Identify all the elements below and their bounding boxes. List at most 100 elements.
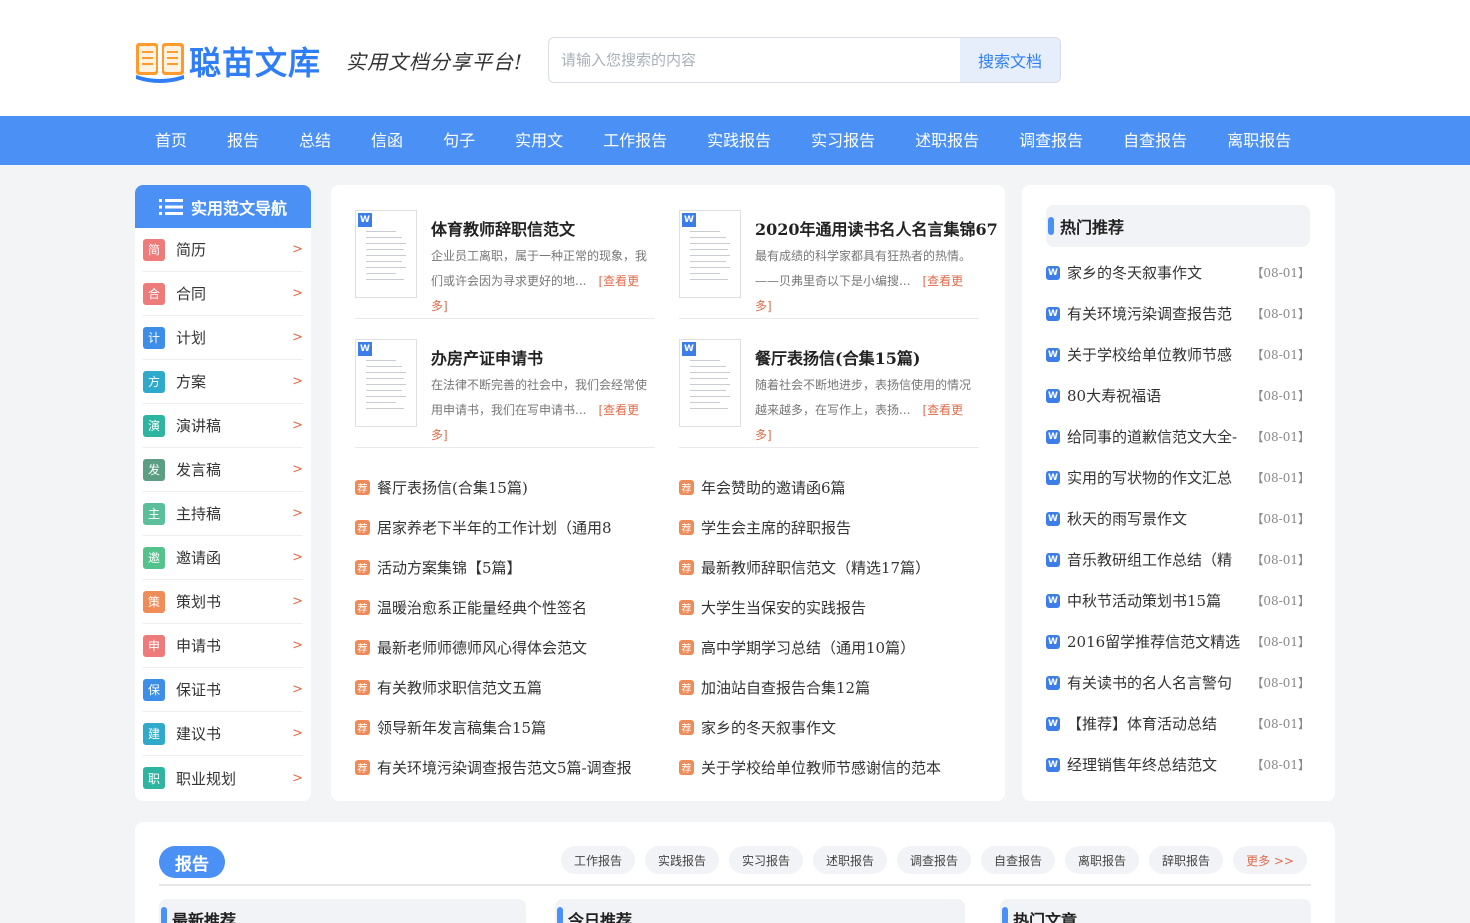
word-doc-icon: W	[1046, 429, 1060, 444]
document-thumbnail[interactable]: W	[355, 210, 417, 298]
featured-desc: 在法律不断完善的社会中，我们会经常使用申请书，我们在写申请书... [查看更多]	[431, 373, 655, 448]
sub-today: 今日推荐	[555, 899, 965, 923]
recommend-item[interactable]: 荐家乡的冬天叙事作文	[679, 707, 979, 747]
sidebar-item[interactable]: 邀邀请函 >	[143, 536, 303, 580]
recommend-item[interactable]: 荐高中学期学习总结（通用10篇）	[679, 627, 979, 667]
sidebar-item[interactable]: 演演讲稿 >	[143, 404, 303, 448]
featured-card[interactable]: W 2020年通用读书名人名言集锦67 最有成绩的科学家都具有狂热者的热情。——贝弗…	[679, 209, 998, 319]
recommend-item[interactable]: 荐最新教师辞职信范文（精选17篇）	[679, 547, 979, 587]
search-button[interactable]: 搜索文档	[960, 38, 1060, 82]
hot-item-title: 关于学校给单位教师节感	[1067, 346, 1233, 364]
recommend-item[interactable]: 荐关于学校给单位教师节感谢信的范本	[679, 747, 979, 787]
sidebar-item[interactable]: 建建议书 >	[143, 712, 303, 756]
featured-title[interactable]: 体育教师辞职信范文	[431, 216, 575, 240]
text-line	[366, 267, 406, 268]
report-tag[interactable]: 调查报告	[897, 846, 972, 874]
hot-item[interactable]: W 音乐教研组工作总结（精 【08-01】	[1046, 539, 1310, 580]
featured-title[interactable]: 办房产证申请书	[431, 345, 543, 369]
sidebar-item[interactable]: 计计划 >	[143, 316, 303, 360]
report-tag[interactable]: 实习报告	[728, 846, 803, 874]
hot-item-title: 音乐教研组工作总结（精	[1067, 551, 1233, 569]
search-input[interactable]	[549, 38, 961, 82]
sidebar-item[interactable]: 发发言稿 >	[143, 448, 303, 492]
more-link[interactable]: 更多 >>	[1233, 846, 1307, 874]
hot-item[interactable]: W 中秋节活动策划书15篇 【08-01】	[1046, 580, 1310, 621]
report-tag[interactable]: 辞职报告	[1149, 846, 1224, 874]
site-logo[interactable]: 聪苗文库	[135, 38, 321, 84]
sidebar-item[interactable]: 申申请书 >	[143, 624, 303, 668]
report-tag[interactable]: 述职报告	[812, 846, 887, 874]
document-thumbnail[interactable]: W	[355, 339, 417, 427]
hot-item-date: 【08-01】	[1251, 307, 1310, 321]
hot-item[interactable]: W 有关读书的名人名言警句 【08-01】	[1046, 662, 1310, 703]
recommend-badge-icon: 荐	[355, 719, 370, 735]
nav-item[interactable]: 实用文	[495, 116, 583, 165]
text-line	[690, 267, 730, 268]
text-line	[366, 255, 406, 256]
nav-item[interactable]: 信函	[351, 116, 423, 165]
recommend-item[interactable]: 荐学生会主席的辞职报告	[679, 507, 979, 547]
featured-card[interactable]: W 餐厅表扬信(合集15篇) 随着社会不断地进步，表扬信使用的情况越来越多，在写作上…	[679, 338, 979, 448]
nav-item[interactable]: 工作报告	[583, 116, 687, 165]
sidebar-item[interactable]: 简简历 >	[143, 228, 303, 272]
sidebar-item-label: 策划书	[176, 593, 222, 611]
recommend-item[interactable]: 荐年会赞助的邀请函6篇	[679, 467, 979, 507]
hot-item[interactable]: W 家乡的冬天叙事作文 【08-01】	[1046, 252, 1310, 293]
nav-item[interactable]: 调查报告	[999, 116, 1103, 165]
nav-item[interactable]: 实践报告	[687, 116, 791, 165]
hot-item[interactable]: W 关于学校给单位教师节感 【08-01】	[1046, 334, 1310, 375]
nav-item[interactable]: 句子	[423, 116, 495, 165]
hot-item[interactable]: W 【推荐】体育活动总结 【08-01】	[1046, 703, 1310, 744]
sidebar-item[interactable]: 策策划书 >	[143, 580, 303, 624]
report-tag[interactable]: 自查报告	[981, 846, 1056, 874]
recommend-item[interactable]: 荐加油站自查报告合集12篇	[679, 667, 979, 707]
recommend-title: 有关教师求职信范文五篇	[377, 678, 543, 697]
document-thumbnail[interactable]: W	[679, 339, 741, 427]
recommend-item[interactable]: 荐温暖治愈系正能量经典个性签名	[355, 587, 655, 627]
hot-item[interactable]: W 有关环境污染调查报告范 【08-01】	[1046, 293, 1310, 334]
sidebar-item[interactable]: 职职业规划 >	[143, 756, 303, 800]
recommend-title: 高中学期学习总结（通用10篇）	[701, 638, 916, 657]
hot-item[interactable]: W 给同事的道歉信范文大全- 【08-01】	[1046, 416, 1310, 457]
recommend-item[interactable]: 荐最新老师师德师风心得体会范文	[355, 627, 655, 667]
featured-title[interactable]: 餐厅表扬信(合集15篇)	[755, 345, 920, 369]
chevron-right-icon: >	[292, 682, 303, 697]
nav-item[interactable]: 述职报告	[895, 116, 999, 165]
hot-item[interactable]: W 80大寿祝福语 【08-01】	[1046, 375, 1310, 416]
sidebar-item-label: 简历	[176, 241, 207, 259]
sidebar-item[interactable]: 保保证书 >	[143, 668, 303, 712]
nav-item[interactable]: 离职报告	[1207, 116, 1311, 165]
text-line	[690, 378, 728, 379]
nav-item[interactable]: 总结	[279, 116, 351, 165]
report-tag[interactable]: 实践报告	[644, 846, 719, 874]
document-thumbnail[interactable]: W	[679, 210, 741, 298]
featured-card[interactable]: W 体育教师辞职信范文 企业员工离职，属于一种正常的现象，我们或许会因为寻求更好的地…	[355, 209, 655, 319]
recommend-item[interactable]: 荐餐厅表扬信(合集15篇)	[355, 467, 655, 507]
recommend-item[interactable]: 荐领导新年发言稿集合15篇	[355, 707, 655, 747]
sidebar-item[interactable]: 合合同 >	[143, 272, 303, 316]
sidebar-item[interactable]: 方方案 >	[143, 360, 303, 404]
recommend-item[interactable]: 荐活动方案集锦【5篇】	[355, 547, 655, 587]
sidebar-item-label: 建议书	[176, 725, 222, 743]
sidebar-item[interactable]: 主主持稿 >	[143, 492, 303, 536]
report-tag[interactable]: 离职报告	[1065, 846, 1140, 874]
hot-item[interactable]: W 实用的写状物的作文汇总 【08-01】	[1046, 457, 1310, 498]
recommend-item[interactable]: 荐大学生当保安的实践报告	[679, 587, 979, 627]
hot-item[interactable]: W 经理销售年终总结范文 【08-01】	[1046, 744, 1310, 785]
recommend-item[interactable]: 荐有关环境污染调查报告范文5篇-调查报	[355, 747, 655, 787]
hot-item[interactable]: W 秋天的雨写景作文 【08-01】	[1046, 498, 1310, 539]
recommend-item[interactable]: 荐有关教师求职信范文五篇	[355, 667, 655, 707]
featured-card[interactable]: W 办房产证申请书在法律不断完善的社会中，我们会经常使用申请书，我们在写申请书..…	[355, 338, 655, 448]
report-section-title[interactable]: 报告	[159, 846, 225, 878]
nav-item[interactable]: 实习报告	[791, 116, 895, 165]
nav-item[interactable]: 报告	[207, 116, 279, 165]
nav-item[interactable]: 自查报告	[1103, 116, 1207, 165]
featured-title[interactable]: 2020年通用读书名人名言集锦67	[755, 216, 998, 240]
word-doc-icon: W	[1046, 511, 1060, 526]
nav-item[interactable]: 首页	[135, 116, 207, 165]
word-doc-icon: W	[1046, 470, 1060, 485]
hot-item[interactable]: W 2016留学推荐信范文精选 【08-01】	[1046, 621, 1310, 662]
recommend-item[interactable]: 荐居家养老下半年的工作计划（通用8	[355, 507, 655, 547]
report-tag[interactable]: 工作报告	[560, 846, 635, 874]
hot-item-date: 【08-01】	[1251, 594, 1310, 608]
